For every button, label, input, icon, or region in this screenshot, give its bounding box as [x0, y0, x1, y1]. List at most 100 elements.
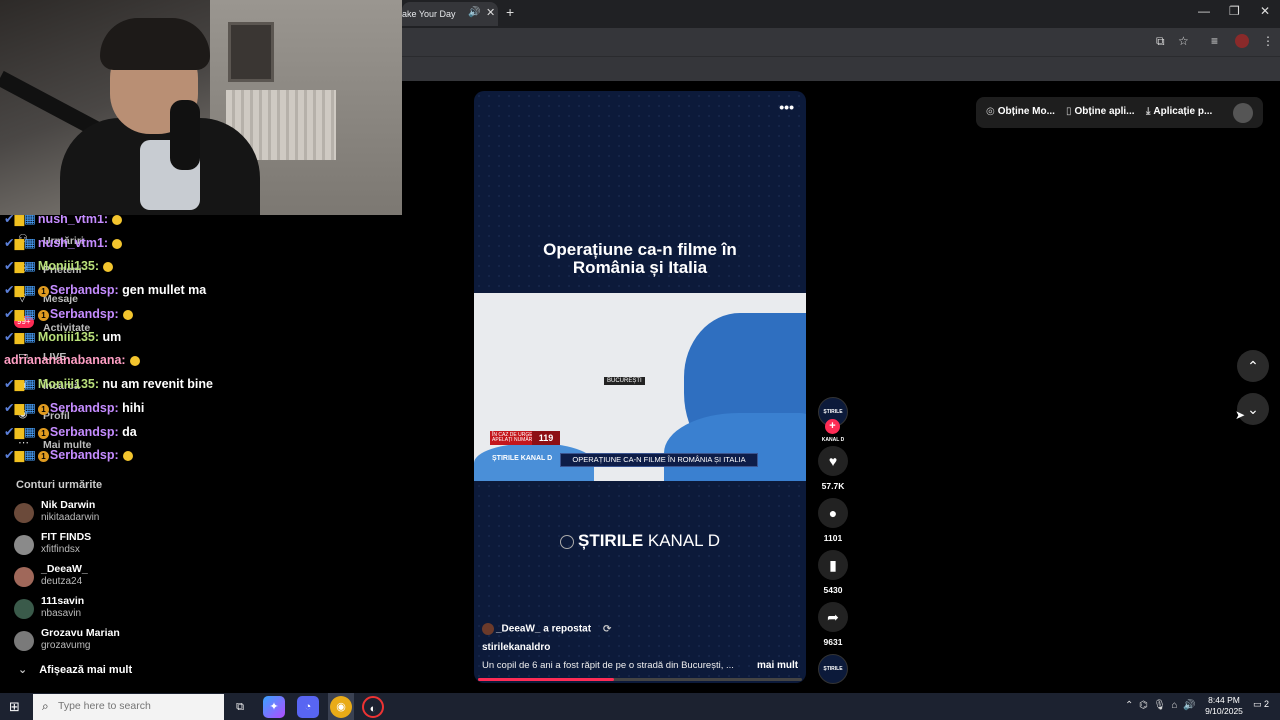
chat-text: um	[102, 330, 122, 344]
previous-video-button[interactable]: ⌃	[1237, 350, 1269, 382]
following-accounts-title: Conturi urmărite	[16, 479, 103, 491]
account-handle: nikitaadarwin	[41, 512, 100, 523]
chat-badges-icon: ✔▆▦	[4, 283, 36, 297]
emote-icon	[122, 309, 133, 320]
followed-account[interactable]: Grozavu Marian grozavumg	[14, 627, 214, 657]
followed-account[interactable]: 111savin nbasavin	[14, 595, 214, 625]
network-icon[interactable]: ⌬	[1139, 700, 1148, 711]
copilot-icon[interactable]: ✦	[263, 696, 285, 718]
restore-button[interactable]: ❐	[1229, 4, 1240, 18]
obs-icon[interactable]: ◐	[362, 696, 384, 718]
more-link[interactable]: mai mult	[757, 660, 798, 671]
share-button[interactable]: ➦ 9631	[818, 602, 848, 647]
emote-icon	[103, 261, 114, 272]
chat-badges-icon: ✔▆▦	[4, 330, 36, 344]
browser-menu-icon[interactable]: ⋮	[1262, 34, 1274, 48]
like-button[interactable]: ♥ 57.7K	[818, 446, 848, 491]
followed-account[interactable]: Nik Darwin nikitaadarwin	[14, 499, 214, 529]
chat-username[interactable]: Serbandsp:	[50, 401, 119, 415]
taskbar-search-input[interactable]	[58, 700, 218, 712]
music-disc[interactable]: ȘTIRILE KANAL D	[818, 654, 848, 700]
show-more-button[interactable]: ⌄ Afișează mai mult	[18, 663, 132, 676]
chat-username[interactable]: Serbandsp:	[50, 307, 119, 321]
chat-message: ✔▆▦ 1 Serbandsp: hihi	[4, 400, 144, 415]
chat-username[interactable]: nush_vtm1:	[38, 236, 108, 250]
map-sea	[664, 413, 806, 481]
account-name: Nik Darwin	[41, 499, 96, 511]
chrome-icon[interactable]: ◉	[330, 696, 352, 718]
speaker-icon[interactable]: 🔊	[468, 7, 480, 18]
user-avatar[interactable]	[1233, 103, 1253, 123]
reposter-avatar	[482, 623, 494, 635]
browser-tab-active[interactable]: ake Your Day 🔊 ✕	[402, 2, 498, 26]
new-tab-button[interactable]: +	[506, 4, 514, 20]
chevron-down-icon: ⌄	[1247, 401, 1259, 417]
repost-info[interactable]: _DeeaW_ a repostat ⟳	[482, 623, 611, 635]
mouse-cursor-icon: ➤	[1235, 408, 1246, 422]
volume-icon[interactable]: 🔊	[1183, 700, 1195, 711]
channel-logo-bold: ȘTIRILE	[577, 531, 644, 550]
tab-close-icon[interactable]: ✕	[486, 6, 495, 19]
video-author[interactable]: stirilekanaldro	[482, 642, 550, 653]
chat-message: ✔▆▦ Moniii135:	[4, 258, 114, 273]
news-ticker: OPERAȚIUNE CA-N FILME ÎN ROMÂNIA ȘI ITAL…	[560, 453, 758, 467]
chevron-down-icon: ⌄	[18, 664, 28, 676]
bookmark-star-icon[interactable]: ☆	[1178, 34, 1189, 48]
bookmark-icon: ▮	[818, 550, 848, 580]
get-coins-label: Obține Mo...	[997, 106, 1055, 117]
install-app-icon[interactable]: ⧉	[1156, 34, 1165, 49]
chat-text: gen mullet ma	[122, 283, 207, 297]
microphone-icon[interactable]: 🎙	[1153, 700, 1166, 711]
close-window-button[interactable]: ✕	[1260, 4, 1270, 18]
chat-username[interactable]: Serbandsp:	[50, 425, 119, 439]
get-app-button[interactable]: ▯ Obține apli...	[1066, 106, 1135, 117]
heart-icon: ♥	[818, 446, 848, 476]
phone-icon: ▯	[1066, 106, 1072, 117]
windows-start-icon[interactable]: ⊞	[9, 699, 20, 715]
chat-badges-icon: ✔▆▦	[4, 448, 36, 462]
repost-icon: ⟳	[603, 623, 612, 635]
notification-center-icon[interactable]: ▭ 2	[1253, 699, 1269, 710]
video-progress-bar[interactable]	[478, 678, 802, 681]
save-button[interactable]: ▮ 5430	[818, 550, 848, 595]
chevron-up-icon[interactable]: ⌃	[1125, 700, 1133, 711]
account-avatar	[14, 535, 34, 555]
video-player[interactable]: ••• Operațiune ca-n filme în România și …	[474, 91, 806, 683]
chat-username[interactable]: Moniii135:	[38, 330, 99, 344]
news-map: BUCUREȘTI ÎN CAZ DE URGENȚĂ APELAȚI NUMĂ…	[474, 293, 806, 481]
clock-time: 8:44 PM	[1208, 695, 1240, 705]
account-avatar	[14, 503, 34, 523]
map-brand: ȘTIRILE KANAL D	[492, 455, 553, 462]
webcam-picture-frame	[228, 22, 274, 82]
chat-username[interactable]: Serbandsp:	[50, 283, 119, 297]
more-options-icon[interactable]: •••	[779, 99, 794, 115]
subscriber-badge-icon: 1	[37, 404, 49, 415]
chat-text: hihi	[122, 401, 145, 415]
chat-badges-icon: ✔▆▦	[4, 259, 36, 273]
media-control-icon[interactable]: ≡	[1211, 34, 1218, 48]
account-handle: deutza24	[41, 576, 83, 587]
subscriber-badge-icon: 1	[37, 428, 49, 439]
discord-icon[interactable]: ◔	[297, 696, 319, 718]
task-view-icon[interactable]: ⧉	[229, 696, 251, 718]
taskbar-search[interactable]: ⌕	[33, 694, 224, 720]
followed-account[interactable]: _DeeaW_ deutza24	[14, 563, 214, 593]
follow-button[interactable]: +	[825, 419, 840, 434]
tray-icons[interactable]: ⌃ ⌬ 🎙 ⌂ 🔊	[1125, 700, 1196, 711]
chat-username[interactable]: Serbandsp:	[50, 448, 119, 462]
desktop-app-button[interactable]: ⤓ Aplicație p...	[1146, 106, 1212, 117]
chat-username[interactable]: Moniii135:	[38, 259, 99, 273]
chat-username[interactable]: adrianananabanana:	[4, 353, 126, 367]
show-more-label: Afișează mai mult	[39, 664, 133, 676]
profile-avatar[interactable]	[1235, 34, 1249, 48]
comment-button[interactable]: ● 1101	[818, 498, 848, 543]
taskbar-clock[interactable]: 8:44 PM 9/10/2025	[1199, 695, 1249, 717]
minimize-button[interactable]: —	[1198, 4, 1210, 18]
followed-account[interactable]: FIT FINDS xfitfindsx	[14, 531, 214, 561]
wifi-icon[interactable]: ⌂	[1172, 700, 1178, 711]
chat-message: ✔▆▦ 1 Serbandsp:	[4, 306, 133, 321]
chat-username[interactable]: Moniii135:	[38, 377, 99, 391]
emote-icon	[129, 355, 140, 366]
get-coins-button[interactable]: ◎ Obține Mo...	[986, 106, 1055, 117]
save-count: 5430	[823, 585, 843, 595]
